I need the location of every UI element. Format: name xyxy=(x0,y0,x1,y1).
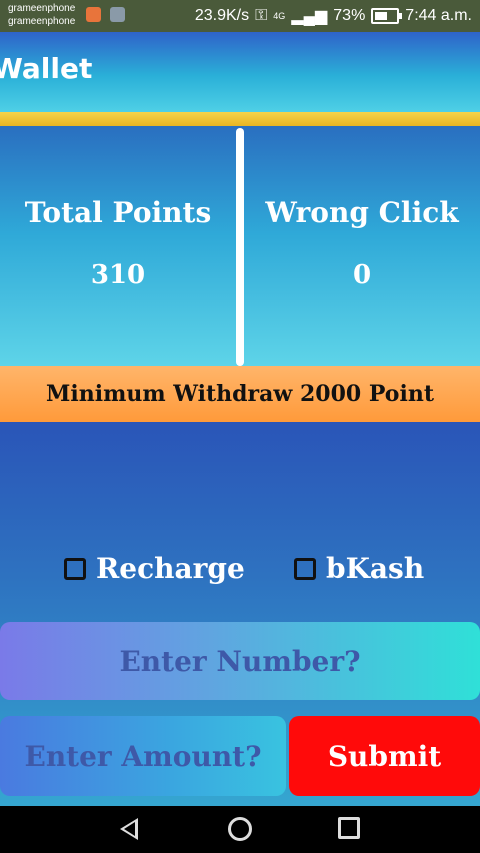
recent-apps-icon[interactable] xyxy=(338,817,360,839)
carrier-line-1: grameenphone xyxy=(8,3,76,14)
home-icon[interactable] xyxy=(228,817,252,841)
image-notification-icon xyxy=(110,7,125,22)
total-points-label: Total Points xyxy=(24,196,212,229)
battery-percent: 73% xyxy=(333,7,366,24)
total-points-value: 310 xyxy=(90,260,146,290)
back-icon[interactable] xyxy=(120,818,138,840)
carrier-label: grameenphone grameenphone xyxy=(8,2,75,28)
amount-input[interactable]: Enter Amount? xyxy=(0,716,286,796)
page-title: Wallet xyxy=(0,52,93,85)
app-header: Wallet xyxy=(0,32,480,112)
bkash-option[interactable]: bKash xyxy=(294,552,424,585)
status-right: 23.9K/s ⚿ 4G ▂▄▆ 73% 7:44 a.m. xyxy=(195,6,472,26)
bkash-label: bKash xyxy=(326,552,425,585)
app-notification-icon xyxy=(86,7,101,22)
recharge-checkbox[interactable] xyxy=(64,557,86,580)
withdraw-form: Recharge bKash Enter Number? Enter Amoun… xyxy=(0,422,480,806)
recharge-label: Recharge xyxy=(96,552,245,585)
minimum-withdraw-banner: Minimum Withdraw 2000 Point xyxy=(0,366,480,422)
number-input[interactable]: Enter Number? xyxy=(0,622,480,700)
amount-input-placeholder: Enter Amount? xyxy=(24,739,262,773)
bkash-checkbox[interactable] xyxy=(294,557,316,580)
status-bar: grameenphone grameenphone 23.9K/s ⚿ 4G ▂… xyxy=(0,0,480,32)
recharge-option[interactable]: Recharge xyxy=(64,552,245,585)
wrong-click-value: 0 xyxy=(352,260,372,290)
network-type: 4G xyxy=(273,11,286,21)
wrong-click-card: Wrong Click 0 xyxy=(244,126,480,366)
signal-icon: ▂▄▆ xyxy=(291,8,328,25)
number-input-placeholder: Enter Number? xyxy=(119,644,361,678)
system-nav-bar xyxy=(0,806,480,853)
carrier-line-2: grameenphone xyxy=(8,16,76,27)
network-speed: 23.9K/s xyxy=(194,7,250,24)
submit-button[interactable]: Submit xyxy=(289,716,480,796)
key-icon: ⚿ xyxy=(255,7,268,24)
header-divider xyxy=(0,112,480,126)
stats-divider xyxy=(236,128,244,366)
total-points-card: Total Points 310 xyxy=(0,126,236,366)
wrong-click-label: Wrong Click xyxy=(265,196,459,229)
clock: 7:44 a.m. xyxy=(405,7,472,24)
battery-icon xyxy=(371,8,403,24)
stats-panel: Total Points 310 Wrong Click 0 xyxy=(0,126,480,366)
